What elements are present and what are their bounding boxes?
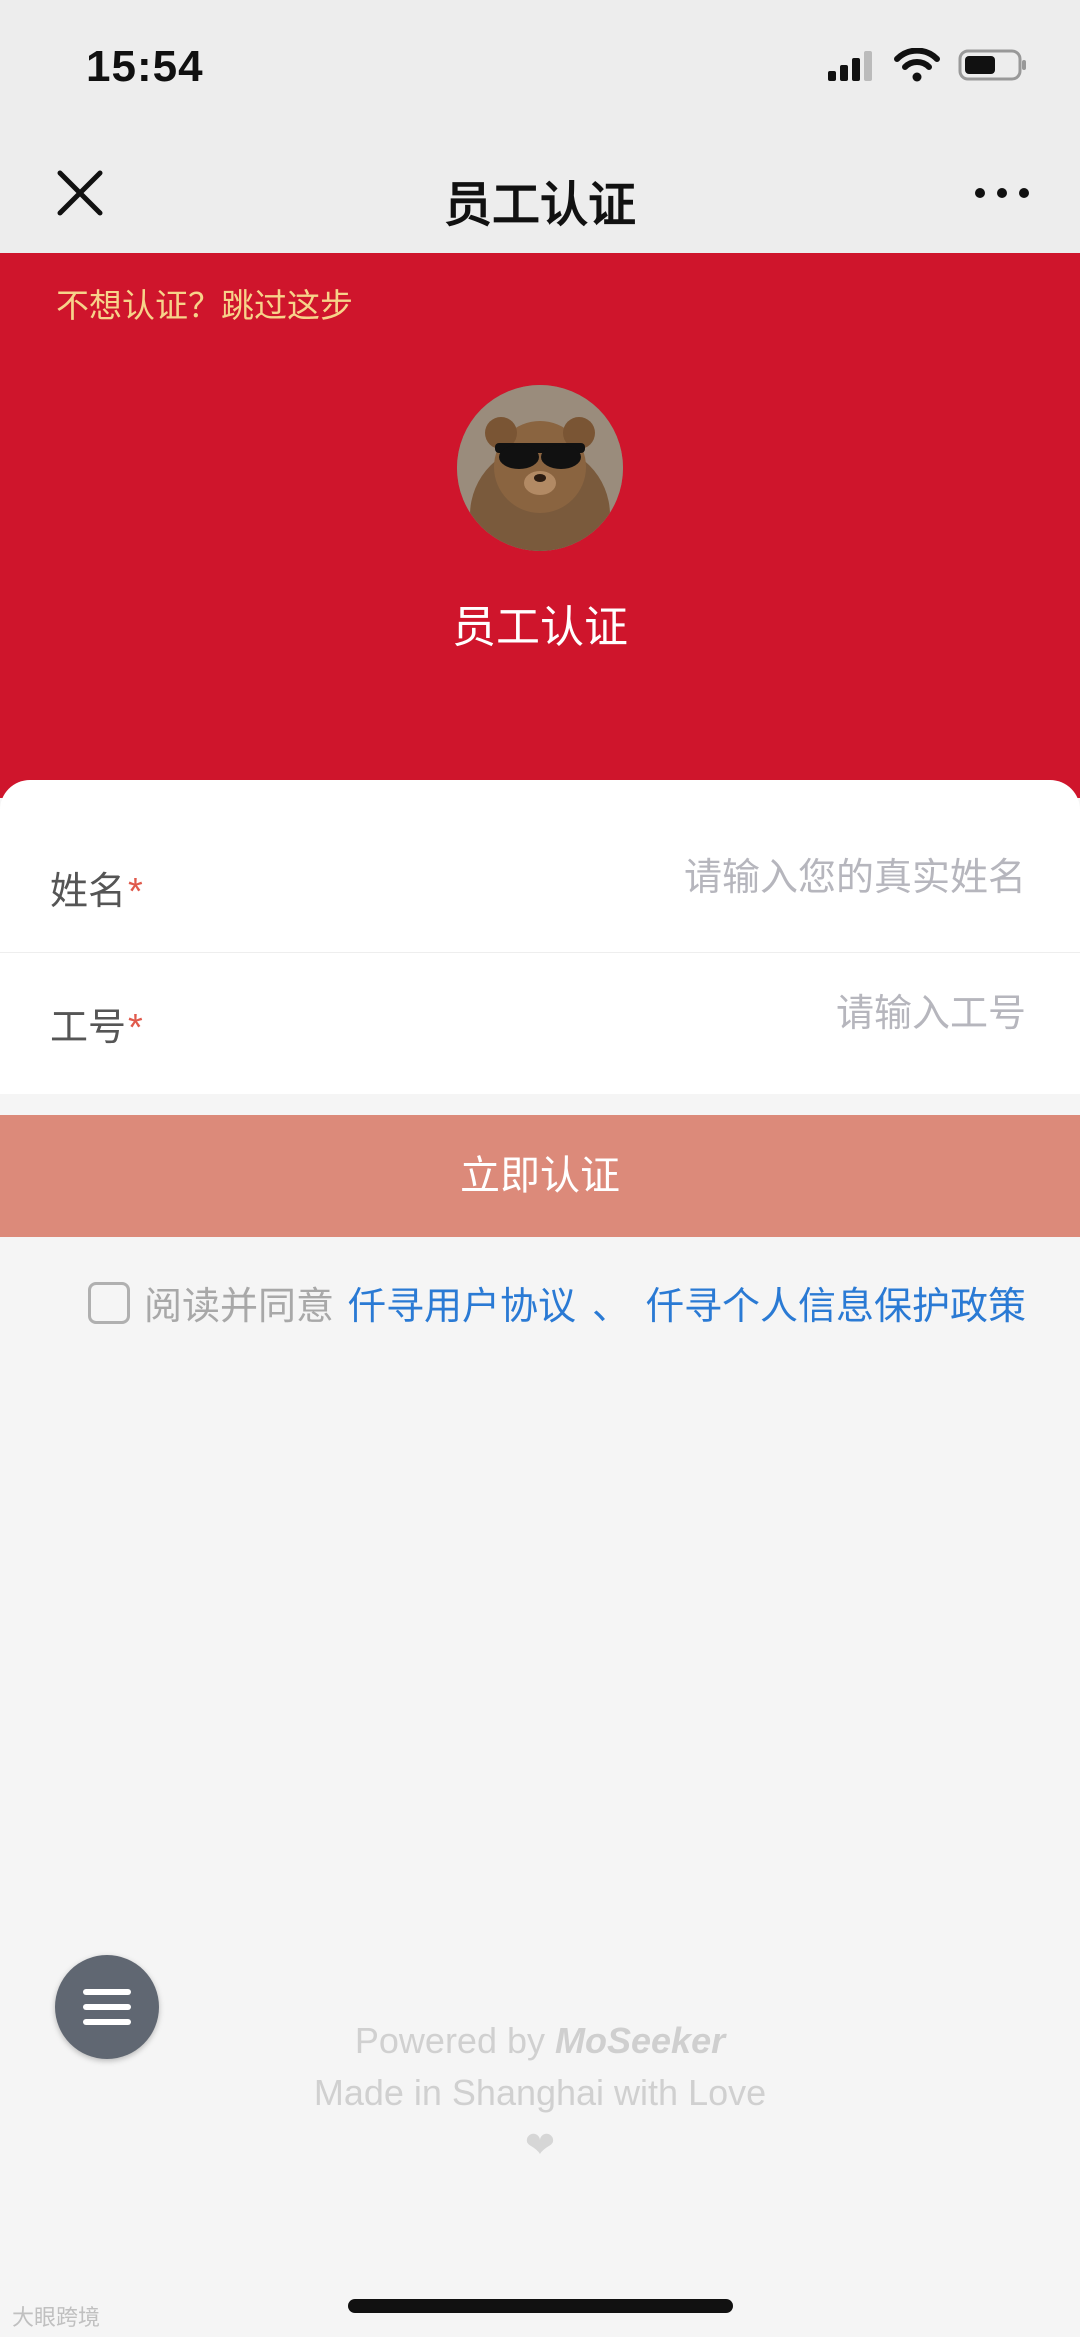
battery-icon: [958, 49, 1026, 81]
brand-logo: MoSeeker: [555, 2020, 726, 2061]
menu-icon: [83, 1989, 131, 1995]
status-bar: 15:54: [0, 0, 1080, 135]
name-label-text: 姓名: [50, 871, 127, 913]
hero-title: 员工认证: [452, 603, 628, 652]
footer: Powered by MoSeeker Made in Shanghai wit…: [0, 2020, 1080, 2166]
avatar: [457, 385, 623, 551]
agreement-row: 阅读并同意 仟寻用户协议 、 仟寻个人信息保护政策: [88, 1275, 1026, 1330]
avatar-image: [457, 385, 623, 551]
hero-header: 不想认证？跳过这步 员工认证: [0, 253, 1080, 798]
name-row: 姓名*: [0, 780, 1080, 953]
name-label: 姓名*: [50, 860, 143, 915]
more-button[interactable]: [972, 165, 1032, 221]
wifi-icon: [894, 48, 940, 82]
required-mark: *: [128, 871, 143, 913]
more-icon: [975, 188, 1029, 198]
menu-icon-bar: [83, 2004, 131, 2010]
skip-link[interactable]: 不想认证？跳过这步: [56, 279, 353, 327]
home-indicator: [348, 2299, 733, 2313]
employee-id-row: 工号*: [0, 952, 1080, 1088]
agreement-checkbox[interactable]: [88, 1281, 130, 1324]
agreement-separator: 、: [592, 1286, 631, 1328]
name-input[interactable]: [504, 856, 1028, 901]
user-agreement-link[interactable]: 仟寻用户协议: [348, 1275, 576, 1330]
watermark: 大眼跨境: [12, 2305, 101, 2330]
made-in-text: Made in Shanghai with Love: [313, 2072, 767, 2113]
agreement-prefix: 阅读并同意: [144, 1286, 335, 1328]
verify-button[interactable]: 立即认证: [0, 1115, 1080, 1237]
required-mark: *: [128, 1007, 143, 1049]
privacy-policy-link[interactable]: 仟寻个人信息保护政策: [646, 1275, 1026, 1330]
form-card: 姓名* 工号*: [0, 780, 1080, 1094]
powered-by: Powered by MoSeeker: [0, 2020, 1080, 2062]
employee-id-label: 工号*: [50, 996, 143, 1051]
nav-bar: 员工认证: [0, 135, 1080, 254]
employee-id-label-text: 工号: [50, 1007, 127, 1049]
status-time: 15:54: [86, 42, 204, 91]
heart-icon: ❤: [524, 2124, 556, 2165]
powered-by-text: Powered by: [354, 2020, 545, 2061]
signal-icon: [828, 51, 872, 81]
employee-id-input[interactable]: [504, 992, 1028, 1037]
status-icons: [828, 48, 1028, 82]
page-title: 员工认证: [443, 179, 636, 232]
